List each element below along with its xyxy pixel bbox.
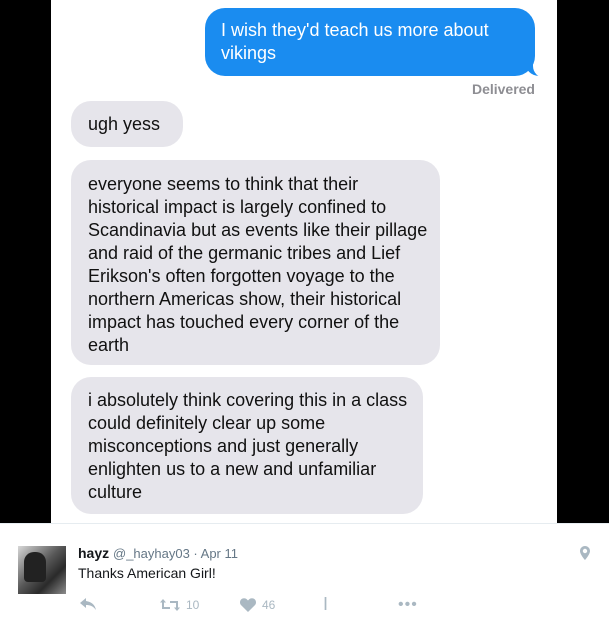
like-icon bbox=[240, 598, 256, 612]
tweet-footer: hayz @_hayhay03 · Apr 11 Thanks American… bbox=[0, 523, 609, 636]
delivered-status: Delivered bbox=[471, 81, 535, 97]
like-count: 46 bbox=[262, 598, 276, 612]
more-icon[interactable]: ••• bbox=[398, 596, 418, 614]
embedded-screenshot: I wish they'd teach us more about viking… bbox=[0, 0, 609, 523]
reply-button[interactable] bbox=[80, 598, 96, 610]
received-message-bubble: ugh yess bbox=[71, 101, 183, 147]
sent-message-bubble: I wish they'd teach us more about viking… bbox=[205, 8, 535, 76]
reply-icon bbox=[80, 598, 96, 610]
tweet-author-meta[interactable]: @_hayhay03 · Apr 11 bbox=[113, 546, 238, 561]
retweet-icon bbox=[160, 599, 180, 611]
message-thread: I wish they'd teach us more about viking… bbox=[51, 0, 557, 523]
text-cursor-icon: I bbox=[323, 594, 329, 614]
location-pin-icon[interactable] bbox=[580, 546, 590, 560]
retweet-count: 10 bbox=[186, 598, 200, 612]
tweet-text: Thanks American Girl! bbox=[78, 565, 216, 581]
retweet-button[interactable]: 10 bbox=[160, 598, 199, 612]
received-message-bubble: i absolutely think covering this in a cl… bbox=[71, 377, 423, 514]
tweet-author-name[interactable]: hayz bbox=[78, 545, 109, 561]
avatar[interactable] bbox=[18, 546, 66, 594]
like-button[interactable]: 46 bbox=[240, 598, 275, 612]
received-message-bubble: everyone seems to think that their histo… bbox=[71, 160, 440, 365]
